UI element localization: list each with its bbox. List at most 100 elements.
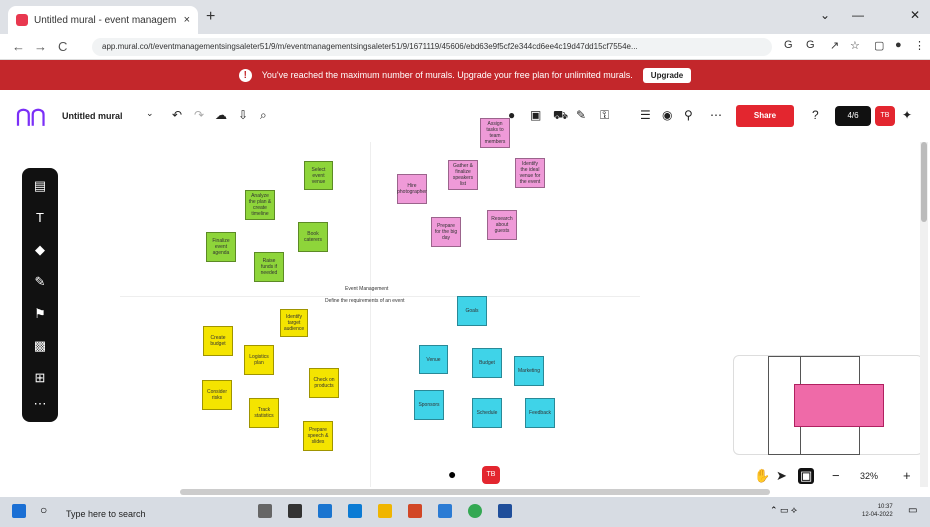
translate-icon[interactable]: G (806, 39, 815, 51)
profile-icon[interactable]: ● (895, 39, 902, 51)
sticky-note[interactable]: Assign tasks to team members (480, 118, 510, 148)
voting-icon[interactable]: ▣ (530, 108, 541, 122)
mic-icon[interactable] (258, 504, 272, 518)
file-explorer-icon[interactable] (378, 504, 392, 518)
sticky-note[interactable]: Marketing (514, 356, 544, 386)
bookmark-star-icon[interactable]: ☆ (850, 39, 860, 52)
activity-counter[interactable]: 4/6 (835, 106, 871, 126)
sticky-note[interactable]: Gather & finalize speakers list (448, 160, 478, 190)
share-button[interactable]: Share (736, 105, 794, 127)
search-icon[interactable]: ⌕ (260, 108, 267, 123)
close-tab-icon[interactable]: × (184, 14, 190, 26)
mail-icon[interactable] (318, 504, 332, 518)
word-icon[interactable] (498, 504, 512, 518)
forward-icon[interactable]: → (34, 39, 47, 54)
close-window-button[interactable]: ✕ (910, 8, 920, 22)
text-tool-icon[interactable]: T (22, 210, 58, 225)
sticky-note[interactable]: Logistics plan (244, 345, 274, 375)
tab-search-icon[interactable]: ⌄ (820, 8, 830, 22)
image-tool-icon[interactable]: ▩ (22, 338, 58, 354)
zoom-in-button[interactable]: + (903, 468, 911, 483)
undo-icon[interactable]: ↶ (172, 108, 182, 122)
sticky-note[interactable]: Venue (419, 345, 448, 374)
zoom-level[interactable]: 32% (860, 471, 878, 481)
sticky-note[interactable]: Identify target audience (280, 309, 308, 337)
minimap[interactable] (733, 355, 923, 455)
sticky-note[interactable]: Raise funds if needed (254, 252, 284, 282)
sticky-note[interactable]: Finalize event agenda (206, 232, 236, 262)
cloud-icon[interactable]: ☁ (215, 108, 227, 122)
minimize-button[interactable]: — (852, 8, 864, 22)
sticky-note[interactable]: Identify the ideal venue for the event (515, 158, 545, 188)
reload-icon[interactable]: C (58, 39, 67, 54)
mural-logo-icon[interactable]: ⋂⋂ (16, 106, 46, 127)
help-icon[interactable]: ? (812, 108, 819, 122)
system-tray-icons[interactable]: ⌃ ▭ ⟡ (770, 505, 797, 516)
mural-menu-chevron-icon[interactable]: ⌄ (146, 108, 154, 119)
reactions-icon[interactable]: ● (448, 466, 456, 482)
comments-icon[interactable]: ◉ (662, 108, 672, 122)
outline-icon[interactable]: ☰ (640, 108, 651, 122)
upgrade-button[interactable]: Upgrade (642, 67, 692, 83)
taskbar-clock[interactable]: 10:37 12-04-2022 (862, 503, 893, 519)
edge-icon[interactable] (348, 504, 362, 518)
new-tab-button[interactable]: + (206, 8, 215, 26)
bottom-user-avatar[interactable]: TB (482, 466, 500, 484)
more-options-icon[interactable]: ⋯ (710, 108, 722, 122)
draw-tool-icon[interactable]: ✎ (22, 274, 58, 290)
sticky-note[interactable]: Research about guests (487, 210, 517, 240)
browser-menu-icon[interactable]: ⋮ (914, 39, 925, 52)
add-person-icon[interactable]: ⚲ (684, 108, 693, 122)
templates-tool-icon[interactable]: ⊞ (22, 370, 58, 386)
sticky-note[interactable]: Track statistics (249, 398, 279, 428)
sticky-note[interactable]: Schedule (472, 398, 502, 428)
sticky-note[interactable]: Select event venue (304, 161, 333, 190)
taskbar-search[interactable]: Type here to search (48, 504, 248, 524)
export-icon[interactable]: ⇩ (238, 108, 248, 122)
zoom-out-button[interactable]: − (832, 468, 840, 483)
more-tools-icon[interactable]: ⋯ (22, 396, 58, 412)
redo-icon[interactable]: ↷ (194, 108, 204, 122)
sticky-note[interactable]: Create budget (203, 326, 233, 356)
back-icon[interactable]: ← (12, 39, 25, 54)
store-icon[interactable] (438, 504, 452, 518)
sticky-note[interactable]: Book caterers (298, 222, 328, 252)
sticky-note[interactable]: Budget (472, 348, 502, 378)
mural-name[interactable]: Untitled mural (62, 111, 123, 121)
sticky-note[interactable]: Check on products (309, 368, 339, 398)
windows-start-icon[interactable] (12, 504, 26, 518)
sidepanel-icon[interactable]: ▢ (874, 39, 884, 52)
select-tool-icon[interactable]: ➤ (776, 468, 787, 484)
task-view-icon[interactable] (288, 504, 302, 518)
sticky-note[interactable]: Feedback (525, 398, 555, 428)
shapes-tool-icon[interactable]: ◆ (22, 242, 58, 258)
horizontal-scrollbar[interactable] (180, 489, 770, 495)
sticky-note[interactable]: Consider risks (202, 380, 232, 410)
center-title[interactable]: Event Management (345, 286, 388, 292)
frameworks-tool-icon[interactable]: ⚑ (22, 306, 58, 322)
minimap-toggle-icon[interactable]: ▣ (798, 468, 815, 484)
lock-icon[interactable]: ⚿ (600, 108, 609, 123)
sticky-note[interactable]: Analyze the plan & create timeline (245, 190, 275, 220)
share-page-icon[interactable]: ↗ (830, 39, 839, 52)
sticky-note[interactable]: Sponsors (414, 390, 444, 420)
sticky-note[interactable]: Hire photographer (397, 174, 427, 204)
notifications-icon[interactable]: ▭ (908, 505, 917, 516)
cortana-icon[interactable]: ○ (40, 503, 47, 517)
sticky-note[interactable]: Prepare for the big day (431, 217, 461, 247)
hand-tool-icon[interactable]: ✋ (754, 468, 770, 484)
laser-pointer-icon[interactable]: ✎ (576, 108, 586, 122)
url-field[interactable]: app.mural.co/t/eventmanagementsingsalete… (92, 38, 772, 56)
center-subtitle[interactable]: Define the requirements of an event (325, 298, 405, 304)
vertical-scroll-thumb[interactable] (921, 142, 927, 222)
google-lens-icon[interactable]: G (784, 39, 793, 51)
people-icon[interactable]: ⛟ (553, 108, 568, 124)
sticky-note[interactable]: Prepare speech & slides (303, 421, 333, 451)
browser-tab[interactable]: Untitled mural - event managem × (8, 6, 198, 34)
sticky-note-tool-icon[interactable]: ▤ (22, 178, 58, 194)
office-icon[interactable] (408, 504, 422, 518)
user-avatar[interactable]: TB (875, 106, 895, 126)
vertical-scrollbar[interactable] (920, 142, 928, 487)
chrome-icon[interactable] (468, 504, 482, 518)
sticky-note[interactable]: Goals (457, 296, 487, 326)
